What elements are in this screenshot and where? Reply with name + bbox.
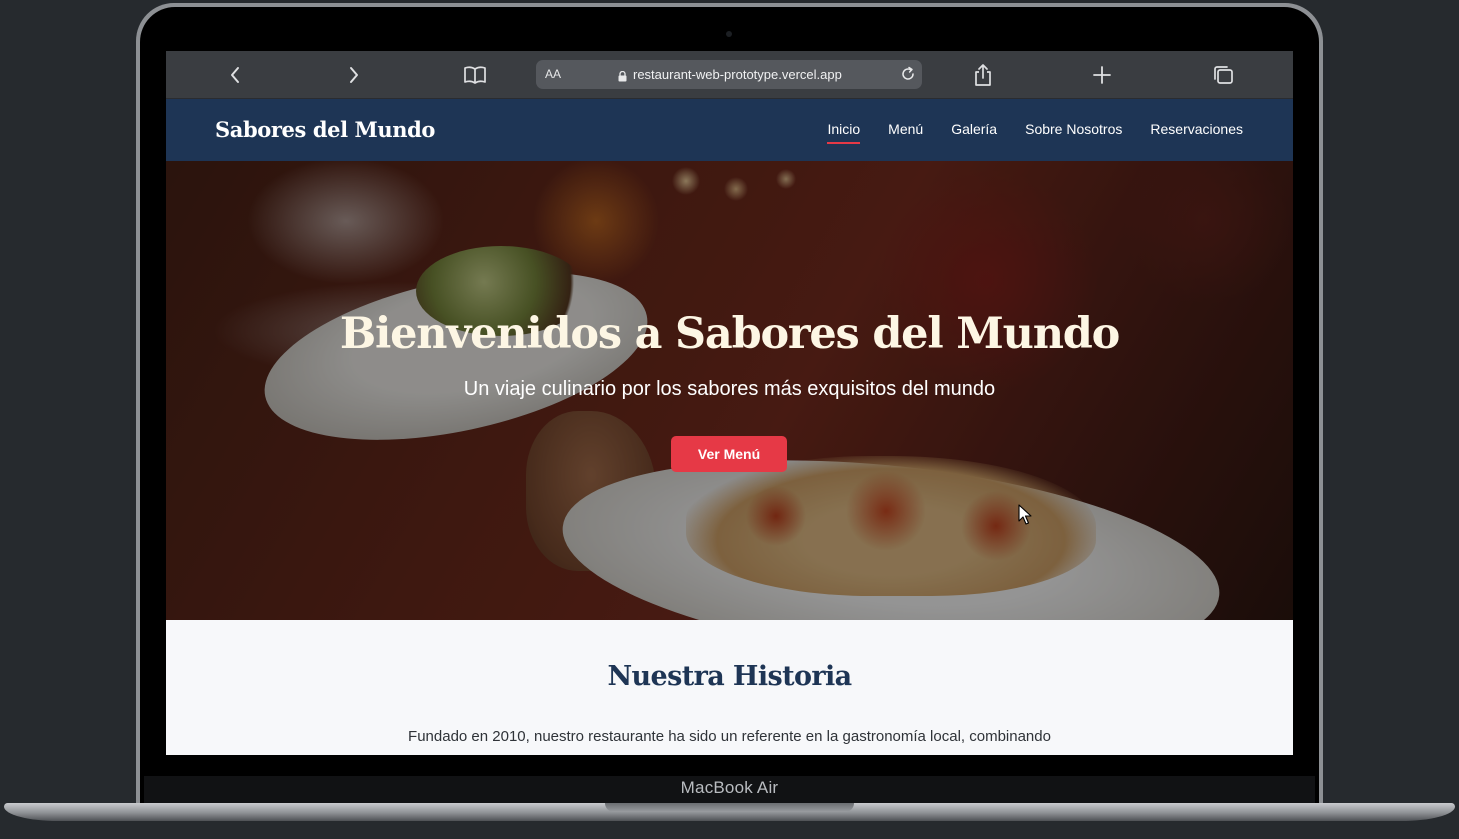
reader-aa-button[interactable]: AA	[545, 67, 561, 81]
forward-icon[interactable]	[342, 63, 366, 87]
share-icon[interactable]	[971, 63, 995, 87]
nav-link-reservaciones[interactable]: Reservaciones	[1150, 121, 1243, 144]
nav-links: Inicio Menú Galería Sobre Nosotros Reser…	[827, 121, 1243, 144]
hero-title: Bienvenidos a Sabores del Mundo	[339, 309, 1120, 359]
plus-icon[interactable]	[1090, 63, 1114, 87]
hero-section: Bienvenidos a Sabores del Mundo Un viaje…	[166, 161, 1293, 620]
reload-icon[interactable]	[900, 66, 916, 87]
tabs-icon[interactable]	[1211, 63, 1235, 87]
nav-link-inicio[interactable]: Inicio	[827, 121, 860, 144]
url-text: restaurant-web-prototype.vercel.app	[633, 67, 842, 82]
camera-dot	[726, 31, 732, 37]
laptop-base-notch	[605, 803, 854, 812]
history-title: Nuestra Historia	[607, 661, 852, 692]
nav-link-sobre-nosotros[interactable]: Sobre Nosotros	[1025, 121, 1122, 144]
back-icon[interactable]	[223, 63, 247, 87]
nav-link-menu[interactable]: Menú	[888, 121, 923, 144]
site-navbar: Sabores del Mundo Inicio Menú Galería So…	[166, 99, 1293, 161]
lock-icon	[618, 69, 627, 87]
address-bar[interactable]: AA restaurant-web-prototype.vercel.app	[536, 60, 922, 89]
hero-subtitle: Un viaje culinario por los sabores más e…	[463, 378, 996, 400]
browser-screen: AA restaurant-web-prototype.vercel.app S…	[166, 51, 1293, 755]
ver-menu-button[interactable]: Ver Menú	[671, 436, 787, 472]
book-icon[interactable]	[463, 63, 487, 87]
device-label: MacBook Air	[680, 778, 779, 797]
safari-toolbar: AA restaurant-web-prototype.vercel.app	[166, 51, 1293, 99]
site-brand[interactable]: Sabores del Mundo	[215, 117, 435, 142]
mouse-cursor-icon	[1018, 504, 1032, 531]
nav-link-galeria[interactable]: Galería	[951, 121, 997, 144]
history-text: Fundado en 2010, nuestro restaurante ha …	[408, 728, 1051, 745]
